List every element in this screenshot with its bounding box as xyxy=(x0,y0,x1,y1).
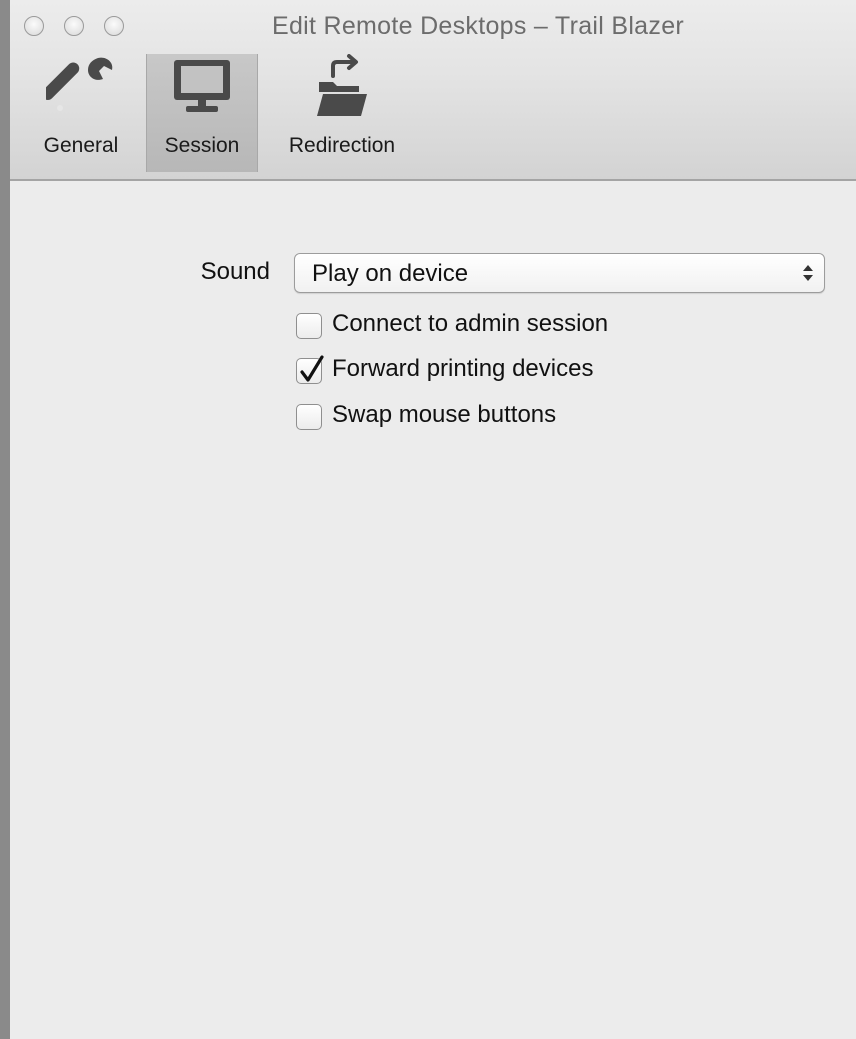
folder-redirect-icon xyxy=(317,54,367,116)
toolbar-item-session[interactable]: Session xyxy=(146,54,258,172)
window-title: Edit Remote Desktops – Trail Blazer xyxy=(271,12,685,40)
toolbar-label-general: General xyxy=(43,134,119,157)
forward-printing-devices-label: Forward printing devices xyxy=(332,355,594,382)
monitor-icon xyxy=(174,60,230,112)
toolbar-label-redirection: Redirection xyxy=(288,134,396,157)
forward-printing-devices-checkbox[interactable] xyxy=(296,355,324,384)
sound-label: Sound xyxy=(200,258,270,285)
connect-admin-session-checkbox[interactable] xyxy=(296,313,322,339)
sound-popup-value: Play on device xyxy=(312,260,469,287)
toolbar-label-session: Session xyxy=(164,134,240,157)
preferences-window: Edit Remote Desktops – Trail Blazer Gene… xyxy=(10,0,856,1039)
wrench-icon xyxy=(46,57,113,111)
toolbar-item-general[interactable]: General xyxy=(30,54,132,172)
sound-popup-button[interactable]: Play on device xyxy=(294,253,825,293)
popup-arrows-icon xyxy=(803,265,813,281)
unified-titlebar-toolbar: Edit Remote Desktops – Trail Blazer Gene… xyxy=(10,0,856,181)
swap-mouse-buttons-label: Swap mouse buttons xyxy=(332,401,557,428)
toolbar-item-redirection[interactable]: Redirection xyxy=(272,54,412,172)
checkmark-icon xyxy=(300,355,324,382)
swap-mouse-buttons-checkbox[interactable] xyxy=(296,404,322,430)
connect-admin-session-label: Connect to admin session xyxy=(332,310,609,337)
